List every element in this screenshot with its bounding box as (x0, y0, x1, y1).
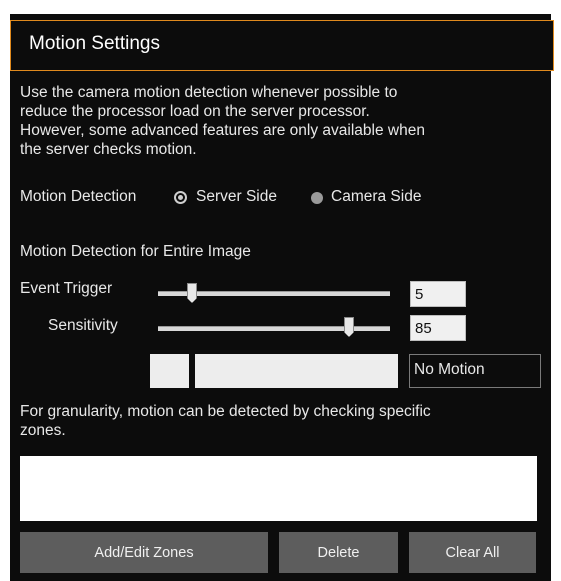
motion-level-meter (150, 354, 398, 388)
description-text: Use the camera motion detection whenever… (20, 84, 425, 158)
sensitivity-input[interactable]: 85 (410, 315, 466, 341)
entire-image-heading: Motion Detection for Entire Image (20, 243, 251, 260)
sensitivity-slider[interactable] (158, 326, 390, 331)
sensitivity-label: Sensitivity (48, 317, 118, 334)
event-trigger-input[interactable]: 5 (410, 281, 466, 307)
server-side-label[interactable]: Server Side (196, 188, 277, 206)
panel-title: Motion Settings (29, 33, 160, 54)
server-side-radio[interactable] (174, 191, 187, 204)
zones-description: For granularity, motion can be detected … (20, 403, 431, 439)
camera-side-label[interactable]: Camera Side (331, 188, 421, 206)
delete-button[interactable]: Delete (279, 532, 398, 573)
panel-header: Motion Settings (10, 20, 554, 71)
camera-side-radio[interactable] (311, 192, 323, 204)
add-edit-zones-button[interactable]: Add/Edit Zones (20, 532, 268, 573)
motion-level-marker (189, 354, 195, 388)
event-trigger-label: Event Trigger (20, 280, 113, 297)
motion-status: No Motion (409, 354, 541, 388)
clear-all-button[interactable]: Clear All (409, 532, 536, 573)
zones-list[interactable] (20, 456, 537, 521)
motion-detection-label: Motion Detection (20, 188, 137, 205)
